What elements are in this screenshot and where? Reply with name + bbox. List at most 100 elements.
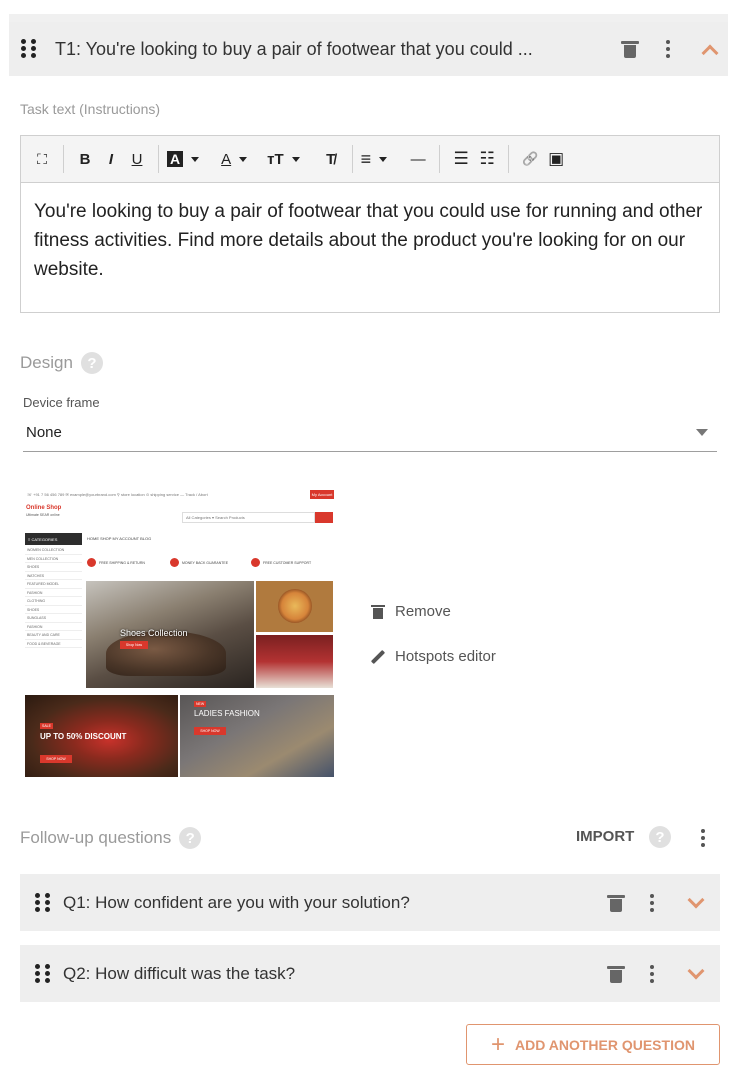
preview-ladies-banner: NEW LADIES FASHION SHOP NOW [180, 695, 334, 777]
design-title: Design [20, 353, 73, 372]
question-menu-button[interactable] [634, 956, 670, 992]
preview-category-item: CLOTHING [25, 597, 82, 606]
numbered-list-button[interactable]: ☷ [474, 144, 500, 174]
hotspots-editor-button[interactable]: Hotspots editor [370, 648, 496, 665]
bullet-list-button[interactable]: ☰ [448, 144, 474, 174]
delete-question-button[interactable] [598, 885, 634, 921]
insert-link-button[interactable]: 🔗 [517, 144, 543, 174]
more-vert-icon [666, 40, 670, 58]
instructions-label: Task text (Instructions) [20, 101, 161, 117]
preview-category-item: FOOD & BEVERAGE [25, 640, 82, 648]
horizontal-rule-button[interactable]: — [405, 144, 431, 174]
chevron-up-icon [701, 44, 719, 62]
chevron-down-icon [687, 962, 705, 979]
add-another-question-button[interactable]: + ADD ANOTHER QUESTION [466, 1024, 720, 1065]
preview-sale-text: UP TO 50% DISCOUNT [40, 732, 127, 741]
toolbar-divider [351, 145, 353, 173]
import-help-icon[interactable]: ? [649, 826, 671, 848]
editor-toolbar: ⛶ B I U A A тT T̸ ≡ — ☰ ☷ 🔗 ▣ [21, 136, 719, 183]
expand-question-button[interactable] [678, 956, 714, 992]
horizontal-rule-icon: — [410, 150, 426, 168]
remove-image-button[interactable]: Remove [370, 603, 451, 620]
followup-menu-button[interactable] [685, 820, 721, 856]
preview-category-list: WOMEN COLLECTION MEN COLLECTION SHOES WA… [25, 546, 82, 648]
font-color-icon: A [221, 150, 232, 168]
preview-category-item: FEATURED MODEL [25, 580, 82, 589]
fullscreen-icon: ⛶ [37, 150, 47, 167]
add-image-icon: ▣ [548, 149, 565, 168]
toolbar-divider [158, 145, 159, 173]
preview-category-item: WATCHES [25, 572, 82, 580]
preview-category-item: BEAUTY AND CARE [25, 631, 82, 640]
italic-button[interactable]: I [98, 144, 124, 174]
device-frame-label: Device frame [23, 395, 100, 410]
preview-feature: MONEY BACK GUARANTEE [170, 558, 228, 567]
font-size-button[interactable]: тT [267, 144, 300, 174]
question-row[interactable]: Q1: How confident are you with your solu… [20, 874, 720, 931]
numbered-list-icon: ☷ [479, 149, 495, 168]
toolbar-divider [439, 145, 441, 173]
import-button[interactable]: IMPORT [576, 828, 634, 845]
link-icon: 🔗 [522, 151, 539, 166]
fullscreen-button[interactable]: ⛶ [29, 144, 55, 174]
hotspots-label: Hotspots editor [395, 648, 496, 665]
help-icon[interactable]: ? [179, 827, 202, 849]
drag-handle-icon[interactable] [35, 963, 51, 984]
design-section-title: Design ? [20, 352, 103, 374]
font-size-icon: тT [267, 150, 284, 168]
preview-category-item: FASHION [25, 623, 82, 631]
preview-shoes-banner: Shoes Collection Shop Now [86, 581, 254, 688]
more-vert-icon [650, 964, 654, 983]
underline-button[interactable]: U [124, 144, 150, 174]
preview-ladies-text: LADIES FASHION [194, 709, 260, 718]
trash-icon [607, 894, 625, 912]
preview-sale-button: SHOP NOW [40, 755, 72, 763]
top-divider-strip [9, 14, 728, 22]
followup-section-title: Follow-up questions ? [20, 827, 202, 849]
instructions-editor: ⛶ B I U A A тT T̸ ≡ — ☰ ☷ 🔗 ▣ You're loo… [20, 135, 720, 313]
trash-icon [621, 41, 639, 58]
preview-category-item: SHOES [25, 563, 82, 572]
preview-logo: Online Shop [26, 505, 62, 511]
background-color-button[interactable]: A [167, 144, 200, 174]
followup-title: Follow-up questions [20, 828, 172, 847]
insert-image-button[interactable]: ▣ [543, 144, 569, 174]
add-question-label: ADD ANOTHER QUESTION [515, 1036, 695, 1053]
task-title: T1: You're looking to buy a pair of foot… [55, 38, 533, 59]
preview-logo-subtitle: Ultimate SEAR online [26, 513, 60, 517]
underline-icon: U [131, 150, 143, 168]
task-menu-button[interactable] [650, 31, 686, 67]
editor-content[interactable]: You're looking to buy a pair of footwear… [21, 183, 719, 298]
preview-feature: FREE SHIPPING & RETURN [87, 558, 145, 567]
device-frame-select[interactable]: None [23, 414, 717, 452]
drag-handle-icon[interactable] [35, 892, 51, 913]
task-header[interactable]: T1: You're looking to buy a pair of foot… [9, 22, 728, 76]
align-button[interactable]: ≡ [361, 144, 388, 174]
font-color-button[interactable]: A [221, 144, 248, 174]
bold-button[interactable]: B [72, 144, 98, 174]
delete-question-button[interactable] [598, 956, 634, 992]
question-menu-button[interactable] [634, 885, 670, 921]
preview-search-button [315, 512, 333, 523]
preview-sale-banner: SALE UP TO 50% DISCOUNT SHOP NOW [25, 695, 178, 777]
more-vert-icon [701, 829, 705, 847]
collapse-task-button[interactable] [692, 31, 728, 67]
preview-nav: HOME SHOP MY ACCOUNT BLOG [87, 536, 152, 541]
preview-feature: FREE CUSTOMER SUPPORT [251, 558, 311, 567]
device-frame-value: None [26, 424, 62, 441]
preview-banner-title: Shoes Collection [120, 628, 188, 638]
help-icon[interactable]: ? [80, 352, 103, 374]
drag-handle-icon[interactable] [21, 39, 37, 59]
question-row[interactable]: Q2: How difficult was the task? [20, 945, 720, 1002]
preview-account-button: My Account [310, 490, 334, 499]
question-title: Q1: How confident are you with your solu… [63, 892, 410, 912]
preview-dessert-image [256, 635, 333, 688]
preview-banner-button: Shop Now [120, 641, 148, 649]
expand-question-button[interactable] [678, 885, 714, 921]
delete-task-button[interactable] [612, 31, 648, 67]
plus-icon: + [491, 1030, 506, 1058]
preview-categories: ≡ CATEGORIES [25, 533, 82, 545]
italic-icon: I [108, 150, 114, 168]
preview-category-item: MEN COLLECTION [25, 555, 82, 563]
clear-format-button[interactable]: T̸ [318, 144, 344, 174]
